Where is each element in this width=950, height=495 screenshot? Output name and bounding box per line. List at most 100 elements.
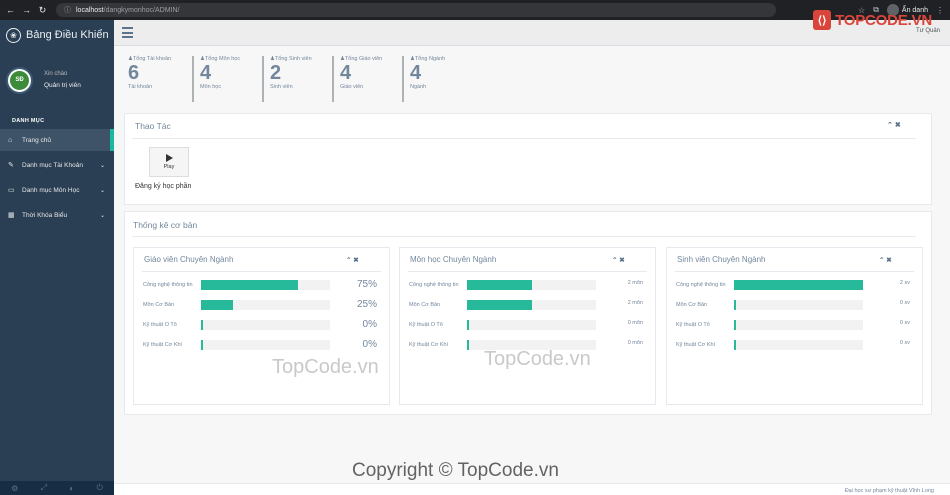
row-value: 0 sv <box>899 320 910 326</box>
row-value: 75% <box>356 279 377 290</box>
progress-bar <box>467 300 532 310</box>
row-label: Kỹ thuật Cơ Khí <box>676 340 734 350</box>
actions-title: Thao Tác <box>135 121 171 131</box>
sidebar-item-2[interactable]: ▭ Danh mục Môn Học ⌄ <box>0 179 114 201</box>
sidebar-item-1[interactable]: ✎ Danh mục Tài Khoản ⌄ <box>0 154 114 176</box>
row-label: Công nghệ thông tin <box>143 280 201 290</box>
row-label-text: Công nghệ thông tin <box>676 282 726 288</box>
menu-toggle-icon[interactable] <box>122 27 133 41</box>
subpanel-title: Giáo viên Chuyên Ngành <box>144 255 234 264</box>
subpanel-tools: ⌃ ✖ <box>346 256 359 264</box>
progress-track <box>734 320 863 330</box>
menu-section-title: DANH MỤC <box>12 118 45 124</box>
row-value: 2 môn <box>627 280 643 286</box>
footer: Đại học sư phạm kỹ thuật Vĩnh Long <box>114 483 950 495</box>
progress-bar <box>734 280 863 290</box>
row-value: 0 sv <box>899 300 910 306</box>
divider <box>142 271 381 272</box>
lock-icon[interactable]: ◐ <box>69 484 74 493</box>
row-label: Kỹ thuật Ô Tô <box>409 320 467 330</box>
divider <box>408 271 647 272</box>
progress-track <box>467 300 596 310</box>
tile-sub: Giáo viên <box>340 84 364 90</box>
play-label: Play <box>163 164 175 170</box>
sidebar-item-label: Trang chủ <box>22 136 52 144</box>
close-icon[interactable]: ✖ <box>895 122 901 129</box>
tile-value: 4 <box>200 62 212 84</box>
stat-tile: ♟Tổng Sinh viên 2 Sinh viên <box>262 56 332 102</box>
close-icon[interactable]: ✖ <box>886 257 891 264</box>
row-label: Kỹ thuật Ô Tô <box>143 320 201 330</box>
stat-tile: ♟Tổng Tài khoản 6 Tài khoản <box>122 56 192 102</box>
chevron-down-icon: ⌄ <box>99 187 105 194</box>
row-label-text: Kỹ thuật Cơ Khí <box>409 342 449 348</box>
progress-track <box>201 280 330 290</box>
progress-track <box>467 280 596 290</box>
address-bar[interactable]: ⓘ localhost/dangkymonhoc/ADMIN/ <box>56 3 776 17</box>
profile: SĐ Xin chào Quản trị viên <box>0 50 114 100</box>
back-icon[interactable]: ← <box>5 5 16 15</box>
row-value: 0 sv <box>899 340 910 346</box>
progress-bar <box>201 340 203 350</box>
sidebar-item-0[interactable]: ⌂ Trang chủ <box>0 129 114 151</box>
settings-icon[interactable]: ⚙ <box>11 484 18 493</box>
actions-panel <box>124 113 932 205</box>
collapse-icon[interactable]: ⌃ <box>612 257 617 264</box>
row-label: Kỹ thuật Cơ Khí <box>409 340 467 350</box>
row-label-text: Môn Cơ Bản <box>409 302 441 308</box>
progress-bar <box>734 340 736 350</box>
row-label-text: Môn Cơ Bản <box>143 302 175 308</box>
row-label-text: Công nghệ thông tin <box>143 282 193 288</box>
reload-icon[interactable]: ↻ <box>37 5 48 16</box>
close-icon[interactable]: ✖ <box>353 257 358 264</box>
tile-value: 6 <box>128 62 140 84</box>
sidebar-item-label: Thời Khóa Biểu <box>22 211 68 219</box>
play-icon <box>165 154 173 162</box>
sidebar-item-3[interactable]: ▦ Thời Khóa Biểu ⌄ <box>0 204 114 226</box>
play-button[interactable]: Play <box>149 147 189 177</box>
row-label-text: Kỹ thuật Ô Tô <box>409 322 443 328</box>
progress-bar <box>201 320 203 330</box>
row-label: Công nghệ thông tin <box>676 280 734 290</box>
progress-bar <box>201 300 234 310</box>
menu-dots-icon[interactable]: ⋮ <box>936 6 944 15</box>
subpanel-title: Sinh viên Chuyên Ngành <box>677 255 766 264</box>
tile-sub: Ngành <box>410 84 427 90</box>
chevron-down-icon: ⌄ <box>99 212 105 219</box>
close-icon[interactable]: ✖ <box>619 257 624 264</box>
stat-tiles: ♟Tổng Tài khoản 6 Tài khoản ♟Tổng Môn học… <box>122 56 472 102</box>
progress-track <box>201 340 330 350</box>
row-label: Công nghệ thông tin <box>409 280 467 290</box>
collapse-icon[interactable]: ⌃ <box>879 257 884 264</box>
progress-track <box>734 340 863 350</box>
stat-tile: ♟Tổng Ngành 4 Ngành <box>402 56 472 102</box>
row-value: 0% <box>362 339 377 350</box>
sidebar-footer: ⚙ ⤢ ◐ ⏻ <box>0 481 114 495</box>
logout-icon[interactable]: ⏻ <box>97 483 103 493</box>
row-label: Môn Cơ Bản <box>143 300 201 310</box>
copyright-watermark: Copyright © TopCode.vn <box>352 460 559 481</box>
collapse-icon[interactable]: ⌃ <box>887 122 893 129</box>
progress-bar <box>467 340 469 350</box>
table-icon: ▦ <box>8 212 15 219</box>
collapse-icon[interactable]: ⌃ <box>346 257 351 264</box>
row-label: Kỹ thuật Ô Tô <box>676 320 734 330</box>
stat-tile: ♟Tổng Môn học 4 Môn học <box>192 56 262 102</box>
sidebar-item-label: Danh mục Tài Khoản <box>22 161 83 169</box>
profile-name: Quản trị viên <box>44 82 81 89</box>
progress-bar <box>467 320 469 330</box>
row-label: Môn Cơ Bản <box>409 300 467 310</box>
brand[interactable]: ❀ Bảng Điều Khiển <box>0 20 114 50</box>
forward-icon[interactable]: → <box>21 5 32 15</box>
progress-track <box>734 280 863 290</box>
actions-panel-tools: ⌃ ✖ <box>887 121 901 129</box>
url-host: localhost <box>76 6 104 14</box>
fullscreen-icon[interactable]: ⤢ <box>41 483 47 493</box>
progress-track <box>201 320 330 330</box>
chevron-down-icon: ⌄ <box>99 162 105 169</box>
row-label-text: Kỹ thuật Cơ Khí <box>676 342 716 348</box>
avatar-image: SĐ <box>10 70 29 90</box>
row-value: 2 môn <box>627 300 643 306</box>
tile-value: 4 <box>410 62 422 84</box>
register-link[interactable]: Đăng ký học phần <box>135 183 191 190</box>
